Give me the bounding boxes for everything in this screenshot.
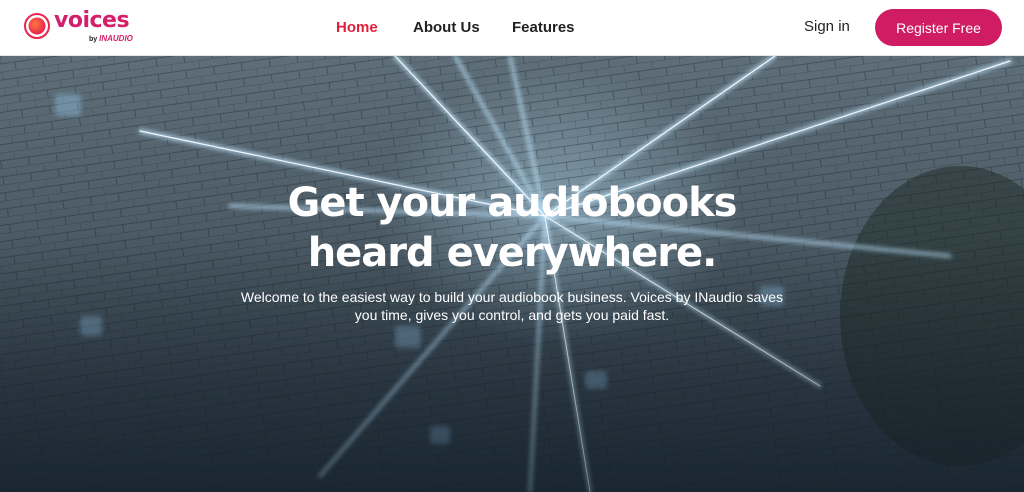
logo-byline: by INAUDIO — [89, 34, 133, 43]
voices-logo-icon — [24, 13, 50, 39]
register-free-button[interactable]: Register Free — [875, 9, 1002, 46]
nav-home-link[interactable]: Home — [336, 19, 378, 36]
hero-headline-line-2: heard everywhere. — [307, 230, 718, 276]
hero-section: Get your audiobooks heard everywhere. We… — [0, 56, 1024, 492]
sign-in-link[interactable]: Sign in — [804, 18, 850, 35]
hero-subtext: Welcome to the easiest way to build your… — [240, 289, 784, 323]
hero-headline: Get your audiobooks heard everywhere. — [212, 178, 812, 278]
logo-wordmark: voices — [54, 8, 130, 33]
top-navbar: voices by INAUDIO Home About Us Features… — [0, 0, 1024, 56]
logo-by-brand: INAUDIO — [99, 34, 133, 43]
hero-headline-line-1: Get your audiobooks — [287, 180, 738, 226]
logo-by-prefix: by — [89, 36, 98, 43]
nav-about-us-link[interactable]: About Us — [413, 19, 480, 36]
voices-logo[interactable]: voices by INAUDIO — [24, 8, 144, 46]
nav-features-link[interactable]: Features — [512, 19, 575, 36]
